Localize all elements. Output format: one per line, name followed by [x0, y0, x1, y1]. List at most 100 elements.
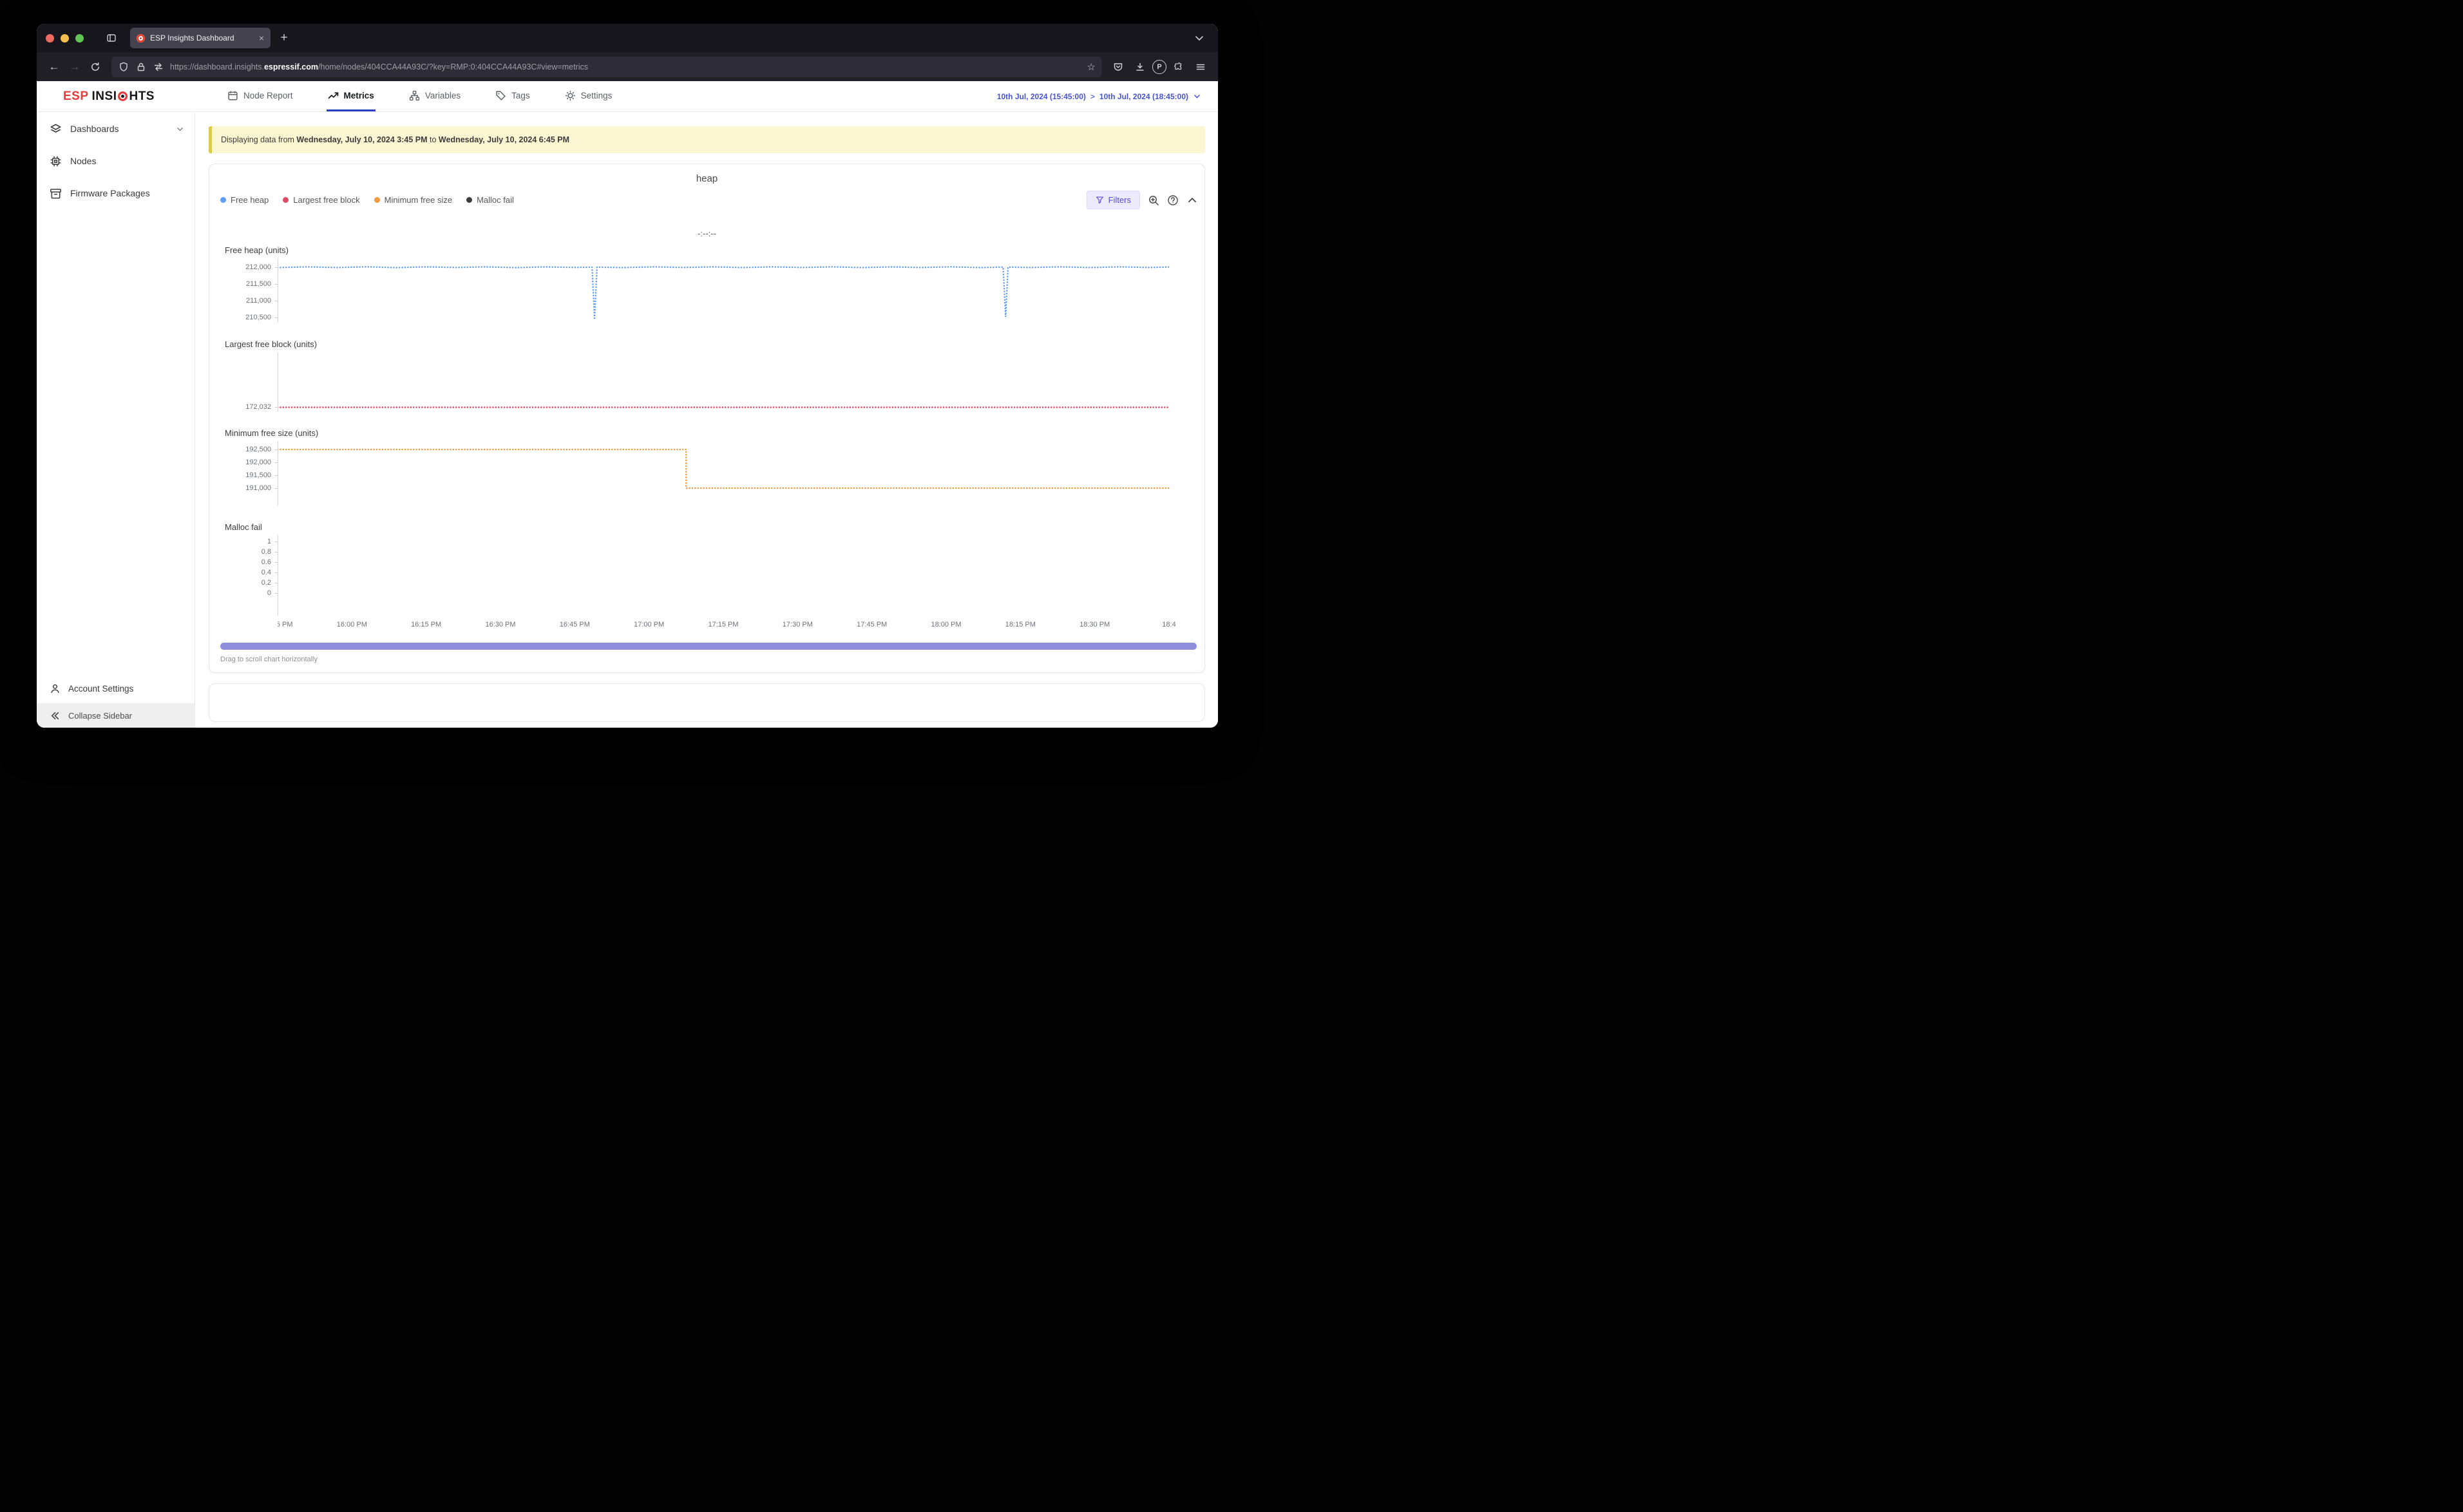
- tab-tags[interactable]: Tags: [494, 81, 531, 111]
- sidebar-item-firmware-packages[interactable]: Firmware Packages: [37, 177, 195, 209]
- y-axis-tick: [275, 462, 278, 463]
- collapse-card-chevron-icon[interactable]: [1186, 194, 1198, 206]
- legend-dot: [466, 197, 472, 203]
- tab-node-report[interactable]: Node Report: [226, 81, 294, 111]
- chart-series-svg: [278, 258, 1169, 323]
- y-axis-label: 0.6: [262, 558, 271, 567]
- profile-avatar[interactable]: P: [1152, 60, 1166, 74]
- y-axis: 10.80.60.40.20: [209, 535, 278, 616]
- heap-chart-card: heap Free heap Largest free block: [209, 164, 1205, 673]
- esp-insights-app: ESPINSIHTS Node Report Metrics: [37, 81, 1218, 728]
- y-axis-tick: [275, 284, 278, 285]
- plot-area[interactable]: [278, 352, 1169, 411]
- metrics-trend-icon: [328, 90, 339, 101]
- tab-variables[interactable]: Variables: [408, 81, 462, 111]
- legend-item-free-heap[interactable]: Free heap: [220, 195, 269, 205]
- x-axis-label: 17:30 PM: [783, 621, 813, 628]
- pocket-icon[interactable]: [1108, 57, 1128, 77]
- date-range-separator: >: [1090, 92, 1095, 101]
- scrollbar-thumb[interactable]: [220, 643, 1197, 650]
- tab-metrics[interactable]: Metrics: [327, 81, 376, 111]
- firefox-view-icon[interactable]: [102, 28, 121, 48]
- y-axis-label: 211,000: [246, 296, 271, 305]
- tab-close-icon[interactable]: ×: [259, 33, 264, 43]
- tag-icon: [495, 90, 506, 101]
- legend-dot: [283, 197, 289, 203]
- variables-sitemap-icon: [409, 90, 420, 101]
- legend-dot: [374, 197, 380, 203]
- y-axis-tick: [275, 562, 278, 563]
- menu-hamburger-icon[interactable]: [1191, 57, 1210, 77]
- drag-hint-text: Drag to scroll chart horizontally: [220, 656, 1204, 663]
- tab-favicon-icon: [137, 34, 145, 43]
- help-icon[interactable]: [1167, 194, 1179, 206]
- app-nav-tabs: Node Report Metrics Variables: [226, 81, 613, 111]
- sidebar-item-account-settings[interactable]: Account Settings: [37, 674, 195, 703]
- chart-largest-free-block[interactable]: Largest free block (units) 172,032: [209, 339, 1204, 411]
- plot-area[interactable]: [278, 258, 1169, 323]
- banner-from-date: Wednesday, July 10, 2024 3:45 PM: [296, 135, 427, 144]
- chart-controls: Filters: [1087, 191, 1198, 209]
- extensions-puzzle-icon[interactable]: [1169, 57, 1188, 77]
- chart-horizontal-scrollbar: [220, 643, 1197, 650]
- person-icon: [50, 683, 61, 694]
- logo-esp: ESP: [63, 90, 89, 104]
- minimize-window-button[interactable]: [61, 34, 69, 43]
- tracking-shield-icon[interactable]: [118, 61, 129, 73]
- legend-item-largest-free-block[interactable]: Largest free block: [283, 195, 359, 205]
- window-controls: [46, 34, 84, 43]
- downloads-icon[interactable]: [1130, 57, 1150, 77]
- y-axis-label: 191,500: [245, 471, 271, 480]
- y-axis-tick: [275, 593, 278, 594]
- url-bar[interactable]: https://dashboard.insights.espressif.com…: [111, 57, 1102, 77]
- sidebar-item-dashboards[interactable]: Dashboards: [37, 113, 195, 145]
- close-window-button[interactable]: [46, 34, 54, 43]
- forward-button[interactable]: →: [65, 57, 84, 77]
- double-chevron-left-icon: [50, 710, 61, 721]
- x-axis-label: 18:15 PM: [1005, 621, 1036, 628]
- legend-dot: [220, 197, 226, 203]
- legend-item-minimum-free-size[interactable]: Minimum free size: [374, 195, 452, 205]
- browser-toolbar: ← → https://dashboard.i: [37, 52, 1218, 81]
- y-axis-label: 0.4: [262, 568, 271, 577]
- date-range-picker[interactable]: 10th Jul, 2024 (15:45:00) > 10th Jul, 20…: [997, 81, 1218, 111]
- chart-minimum-free-size[interactable]: Minimum free size (units) 192,500192,000…: [209, 428, 1204, 506]
- card-toolbar: Free heap Largest free block Minimum fre…: [209, 191, 1204, 209]
- browser-tab[interactable]: ESP Insights Dashboard ×: [130, 28, 271, 48]
- plot-area[interactable]: [278, 441, 1169, 506]
- permissions-swap-icon[interactable]: [153, 61, 164, 73]
- dashboards-layers-icon: [50, 123, 62, 135]
- x-axis-label: 18:4: [1162, 621, 1175, 628]
- zoom-window-button[interactable]: [75, 34, 84, 43]
- back-button[interactable]: ←: [44, 57, 64, 77]
- new-tab-button[interactable]: +: [274, 28, 294, 48]
- chart-legend: Free heap Largest free block Minimum fre…: [220, 195, 514, 205]
- chart-series-svg: [278, 441, 1169, 506]
- collapse-sidebar-button[interactable]: Collapse Sidebar: [37, 703, 195, 728]
- x-axis-label: 17:15 PM: [708, 621, 738, 628]
- x-axis: 15:45 PM16:00 PM16:15 PM16:30 PM16:45 PM…: [278, 621, 1218, 631]
- legend-item-malloc-fail[interactable]: Malloc fail: [466, 195, 514, 205]
- tab-settings[interactable]: Settings: [564, 81, 614, 111]
- y-axis-tick: [275, 552, 278, 553]
- plot-area[interactable]: [278, 535, 1169, 616]
- x-axis-label: 17:45 PM: [857, 621, 887, 628]
- x-axis-label: 17:00 PM: [634, 621, 664, 628]
- chevron-down-icon: [176, 125, 184, 133]
- x-axis-label: 16:15 PM: [411, 621, 441, 628]
- y-axis-tick: [275, 572, 278, 573]
- chart-series-svg: [278, 535, 1169, 616]
- esp-insights-logo: ESPINSIHTS: [37, 81, 195, 111]
- chart-free-heap[interactable]: Free heap (units) 212,000211,500211,0002…: [209, 245, 1204, 323]
- y-axis: 192,500192,000191,500191,000: [209, 441, 278, 506]
- bookmark-star-icon[interactable]: ☆: [1087, 61, 1096, 73]
- tab-list-chevron-icon[interactable]: [1190, 28, 1209, 48]
- y-axis-tick: [275, 317, 278, 318]
- sidebar-item-nodes[interactable]: Nodes: [37, 145, 195, 177]
- chart-malloc-fail[interactable]: Malloc fail 10.80.60.40.20: [209, 522, 1204, 616]
- zoom-in-icon[interactable]: [1148, 194, 1159, 206]
- filters-button[interactable]: Filters: [1087, 191, 1140, 209]
- reload-icon[interactable]: [86, 57, 105, 77]
- lock-icon[interactable]: [135, 61, 147, 73]
- date-range-from: 10th Jul, 2024 (15:45:00): [997, 92, 1086, 101]
